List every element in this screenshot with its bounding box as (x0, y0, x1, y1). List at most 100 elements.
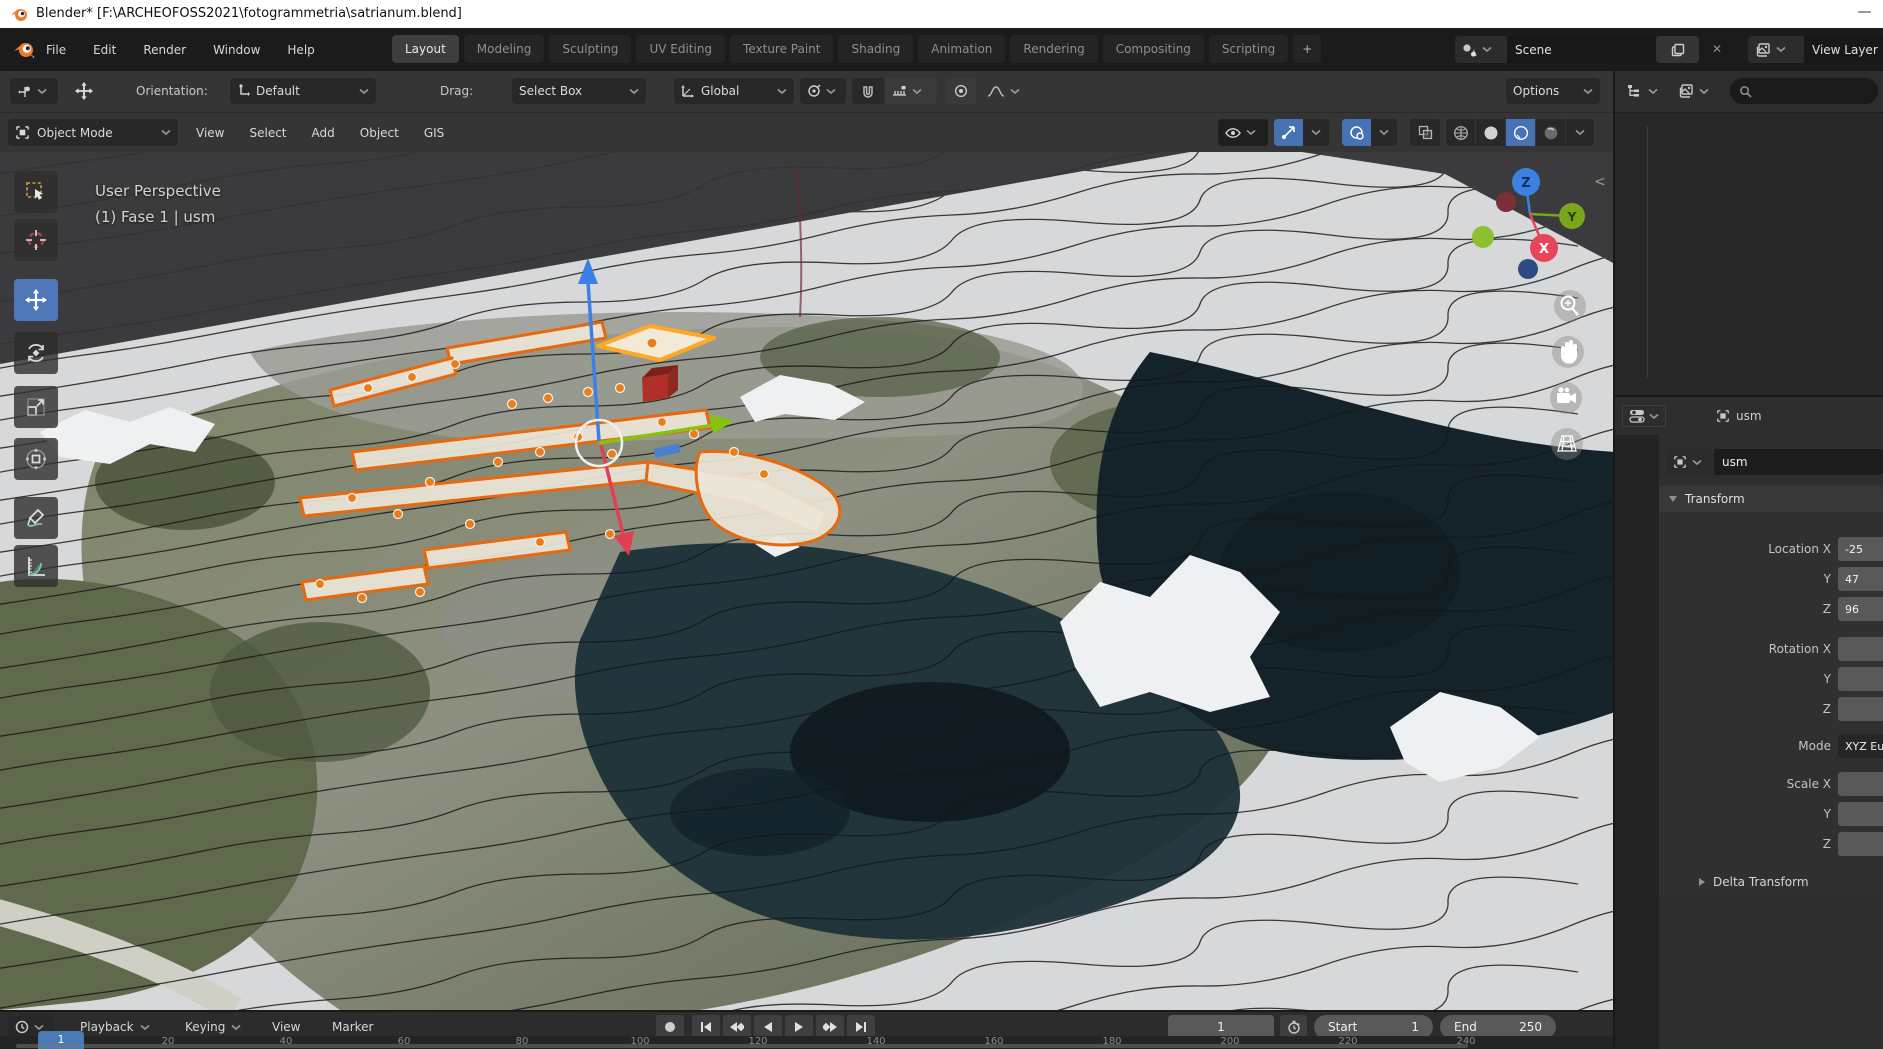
rotation-mode-dropdown[interactable]: XYZ Euler (1838, 734, 1883, 758)
location-z-label: Z (1659, 598, 1831, 620)
timeline-menu-playback[interactable]: Playback (80, 1020, 134, 1034)
workspace-tab-rendering[interactable]: Rendering (1010, 35, 1097, 63)
rotation-y-field[interactable] (1838, 667, 1883, 691)
view-layer-icon (1678, 83, 1694, 99)
outliner-display-mode-dropdown[interactable] (1671, 78, 1721, 104)
scale-y-field[interactable] (1838, 802, 1883, 826)
delta-transform-subpanel[interactable]: Delta Transform (1659, 870, 1883, 894)
outliner-panel: ✓ Collection odm_textured_mode ✓ usm ✓ F… (1615, 71, 1883, 395)
scene-name-field[interactable]: Scene (1507, 36, 1655, 63)
show-overlays-toggle[interactable] (1342, 119, 1371, 146)
overlays-dropdown[interactable] (1371, 119, 1397, 146)
viewport-overlay-active-object: (1) Fase 1 | usm (95, 208, 215, 226)
location-y-label: Y (1659, 568, 1831, 590)
viewport-menu-view[interactable]: View (196, 126, 224, 140)
proportional-falloff-dropdown[interactable] (980, 78, 1032, 104)
workspace-tab-uv-editing[interactable]: UV Editing (636, 35, 725, 63)
rotate-tool[interactable] (14, 332, 58, 374)
new-scene-button[interactable] (1656, 36, 1699, 63)
rotation-x-field[interactable] (1838, 637, 1883, 661)
menu-file[interactable]: File (46, 43, 66, 57)
measure-tool[interactable] (14, 545, 58, 587)
viewport-menu-add[interactable]: Add (312, 126, 335, 140)
outliner-search-field[interactable] (1730, 78, 1878, 104)
blender-menu-logo-icon[interactable] (13, 39, 35, 59)
menu-window[interactable]: Window (213, 43, 260, 57)
chevron-down-icon (1379, 129, 1389, 136)
minimize-button[interactable]: — (1846, 0, 1883, 24)
gizmo-dropdown[interactable] (1303, 119, 1329, 146)
select-box-tool[interactable] (14, 171, 58, 213)
xray-toggle[interactable] (1410, 119, 1440, 146)
properties-editor-type-dropdown[interactable] (1622, 405, 1666, 427)
proportional-editing-toggle[interactable] (946, 78, 976, 104)
workspace-tab-compositing[interactable]: Compositing (1103, 35, 1204, 63)
menu-help[interactable]: Help (287, 43, 314, 57)
chevron-down-icon (629, 88, 639, 95)
workspace-tab-shading[interactable]: Shading (838, 35, 913, 63)
viewport-menu-gis[interactable]: GIS (424, 126, 444, 140)
outliner-editor-type-dropdown[interactable] (1620, 78, 1666, 104)
timeline-scrollbar[interactable] (16, 1044, 1468, 1048)
object-name-field[interactable]: usm (1714, 449, 1883, 475)
rotation-z-field[interactable] (1838, 697, 1883, 721)
pivot-point-dropdown[interactable] (800, 78, 846, 104)
editor-divider-vertical[interactable] (1613, 71, 1615, 1049)
scale-z-field[interactable] (1838, 832, 1883, 856)
cursor-tool[interactable] (14, 219, 58, 261)
location-x-field[interactable]: -25 (1838, 537, 1883, 561)
menu-edit[interactable]: Edit (93, 43, 116, 57)
region-collapse-arrow[interactable]: < (1594, 174, 1606, 190)
view-layer-name-field[interactable]: View Layer (1804, 36, 1883, 63)
rotation-y-label: Y (1659, 668, 1831, 690)
workspace-tab-texture-paint[interactable]: Texture Paint (730, 35, 833, 63)
overlays-icon (1349, 125, 1364, 140)
blender-window: Blender* [F:\ARCHEOFOSS2021\fotogrammetr… (0, 0, 1883, 1049)
scale-tool[interactable] (14, 386, 58, 428)
orientation-dropdown[interactable]: Default (230, 78, 376, 104)
workspace-tab-modeling[interactable]: Modeling (464, 35, 545, 63)
viewport-menu-object[interactable]: Object (360, 126, 399, 140)
mode-dropdown[interactable]: Object Mode (8, 119, 178, 146)
show-gizmo-toggle[interactable] (1274, 119, 1303, 146)
hierarchy-line (1647, 126, 1648, 378)
transform-panel-header[interactable]: Transform (1659, 486, 1883, 512)
scale-x-field[interactable] (1838, 772, 1883, 796)
object-type-dropdown[interactable] (1666, 449, 1714, 475)
workspace-tab-scripting[interactable]: Scripting (1209, 35, 1288, 63)
workspace-tab-layout[interactable]: Layout (392, 35, 459, 63)
viewport-overlay-perspective: User Perspective (95, 182, 221, 200)
location-x-label: Location X (1659, 538, 1831, 560)
options-dropdown[interactable]: Options (1506, 78, 1600, 104)
visibility-dropdown[interactable] (1218, 119, 1268, 146)
viewport-menu-select[interactable]: Select (249, 126, 286, 140)
move-tool[interactable] (14, 279, 58, 321)
panel-collapsed-icon (1699, 878, 1705, 886)
workspace-tab-sculpting[interactable]: Sculpting (549, 35, 631, 63)
workspace-tab-animation[interactable]: Animation (918, 35, 1005, 63)
shading-dropdown[interactable] (1566, 119, 1594, 146)
menu-render[interactable]: Render (143, 43, 186, 57)
shading-material-button[interactable] (1506, 119, 1535, 146)
transform-orientation-dropdown[interactable]: Global (674, 78, 794, 104)
snap-toggle-button[interactable] (852, 78, 884, 104)
add-workspace-button[interactable]: + (1293, 35, 1321, 63)
viewport-canvas[interactable]: Z Y X User Perspective (1) Fase 1 | usm … (0, 152, 1615, 1010)
scene-selector-button[interactable] (1455, 36, 1507, 63)
location-z-field[interactable]: 96 (1838, 597, 1883, 621)
snap-target-dropdown[interactable] (885, 78, 937, 104)
panel-expand-icon (1669, 496, 1677, 502)
annotate-tool[interactable] (14, 497, 58, 539)
location-y-field[interactable]: 47 (1838, 567, 1883, 591)
shading-wireframe-button[interactable] (1446, 119, 1475, 146)
search-input[interactable] (1758, 83, 1862, 99)
active-tool-dropdown[interactable] (10, 78, 58, 104)
move-tool-header-icon[interactable] (66, 78, 102, 104)
transform-tool[interactable] (14, 438, 58, 480)
shading-solid-button[interactable] (1476, 119, 1505, 146)
drag-mode-dropdown[interactable]: Select Box (512, 78, 646, 104)
view-layer-selector-button[interactable] (1748, 36, 1804, 63)
unlink-scene-button[interactable]: ✕ (1700, 36, 1734, 63)
shading-rendered-button[interactable] (1536, 119, 1565, 146)
timeline-menu-keying[interactable]: Keying (185, 1020, 225, 1034)
